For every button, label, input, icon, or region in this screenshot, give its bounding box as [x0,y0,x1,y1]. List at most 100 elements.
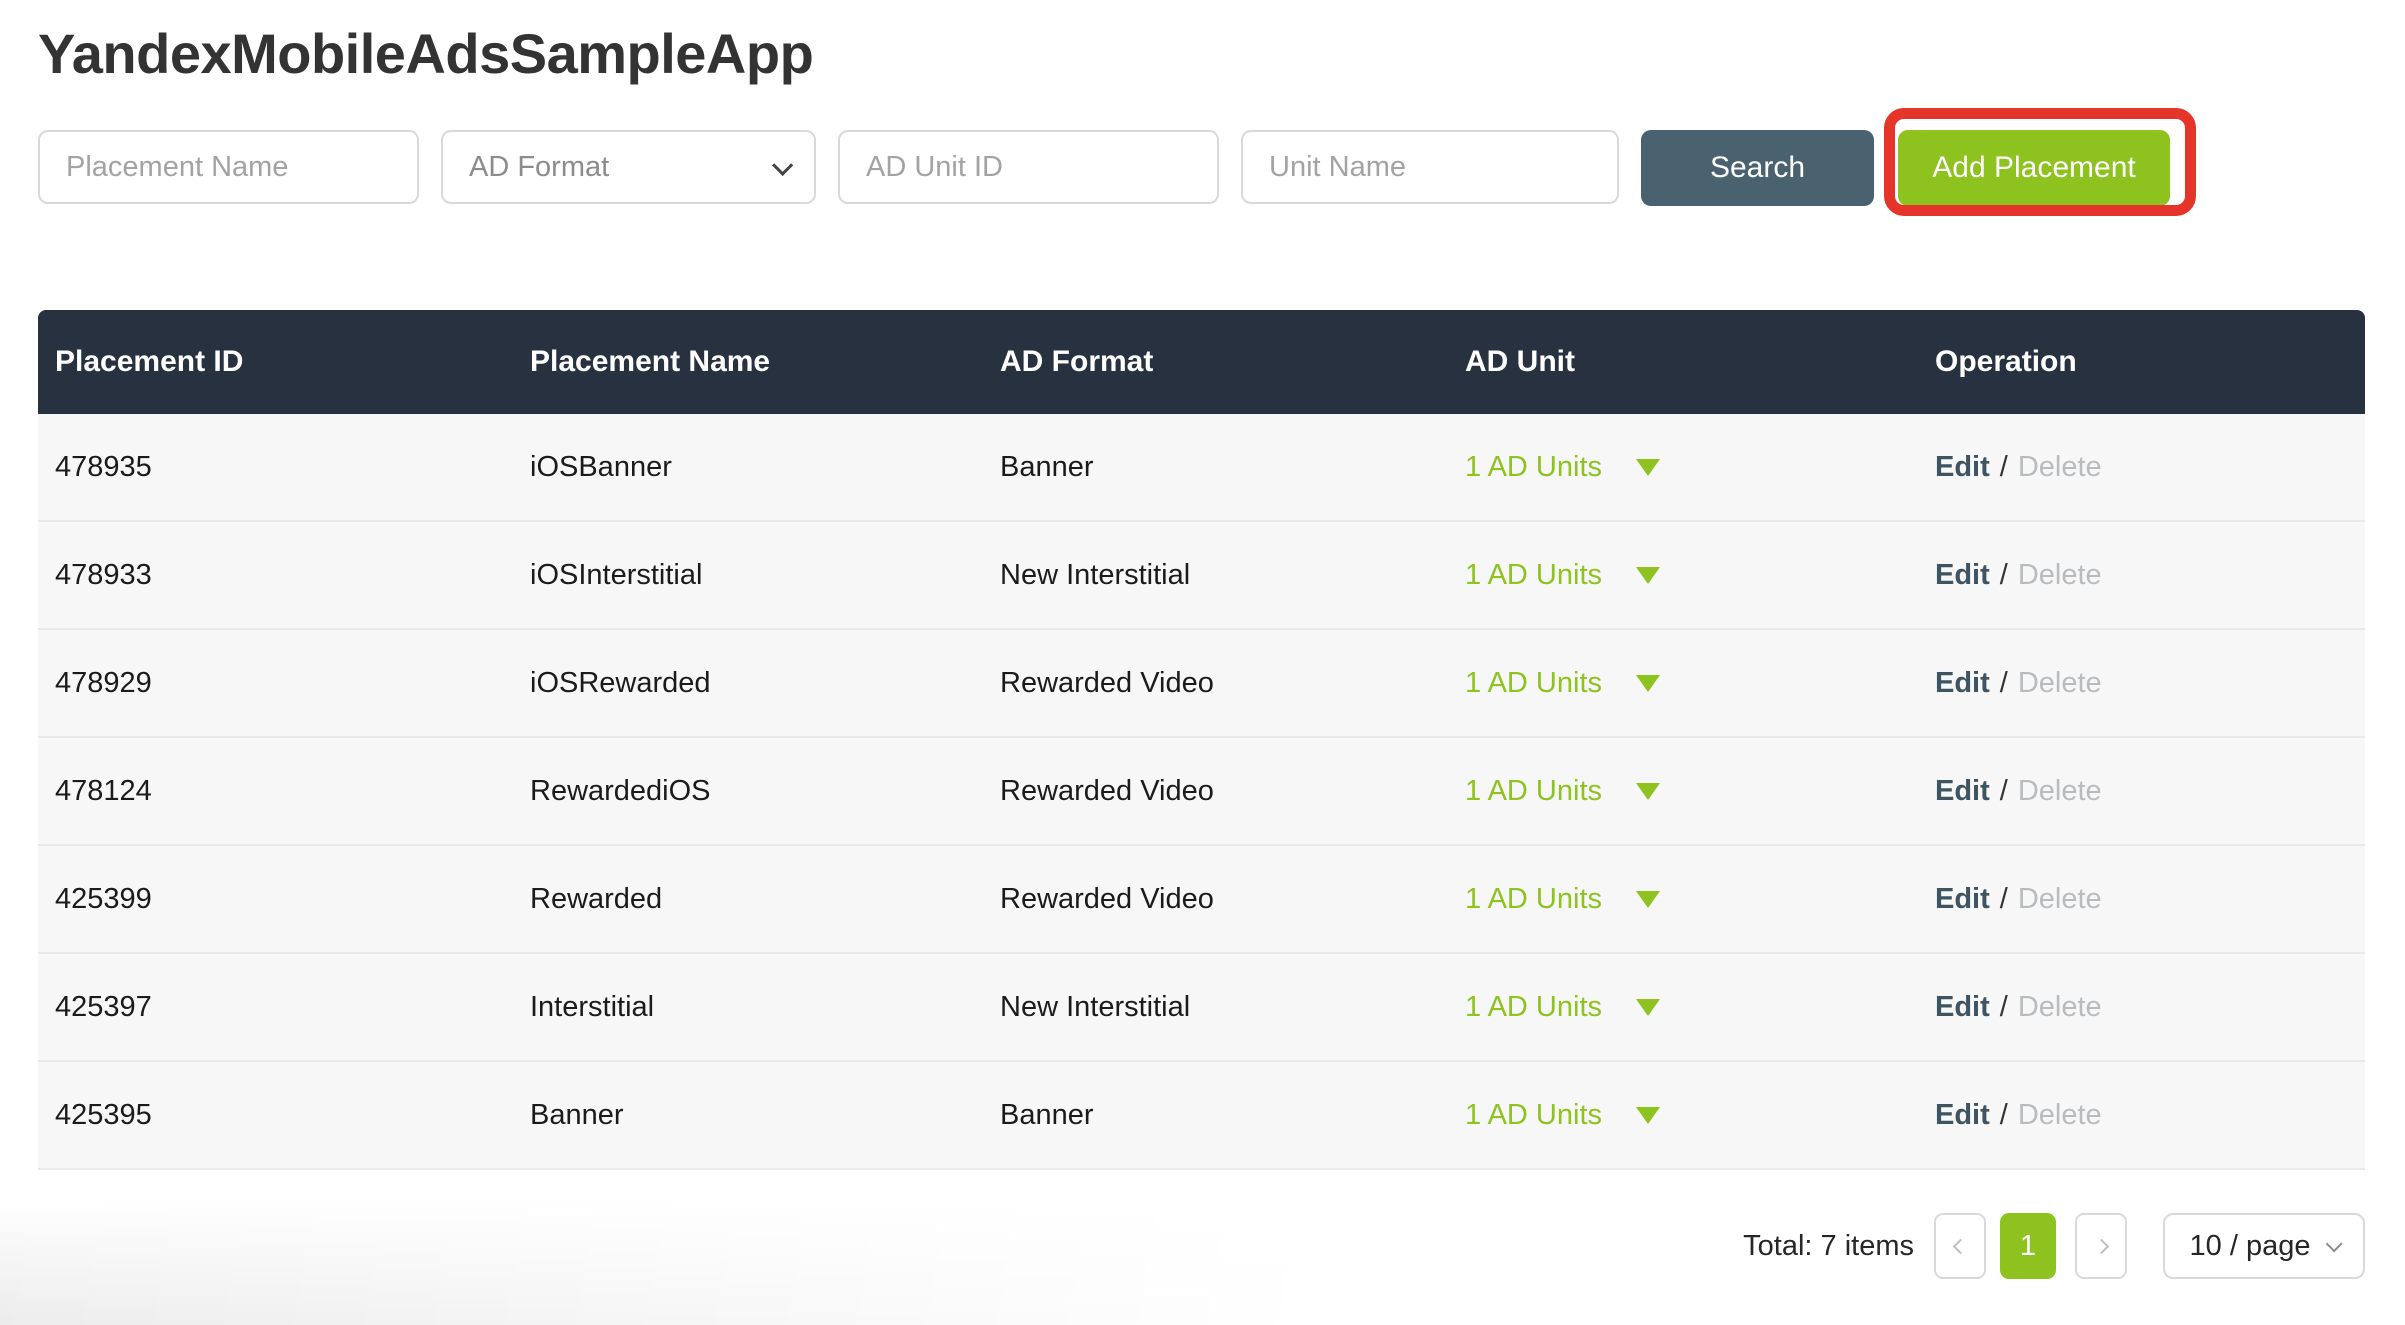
edit-link[interactable]: Edit [1935,775,1990,808]
edit-link[interactable]: Edit [1935,991,1990,1024]
caret-down-icon[interactable] [1636,999,1660,1016]
table-row: 478933 iOSInterstitial New Interstitial … [38,522,2365,630]
delete-link[interactable]: Delete [2018,775,2102,808]
operation-separator: / [2000,991,2008,1024]
ad-format-cell: Rewarded Video [983,775,1448,808]
placement-name-cell: Banner [513,1099,983,1132]
edit-link[interactable]: Edit [1935,559,1990,592]
ad-format-cell: Rewarded Video [983,667,1448,700]
column-header-ad-format: AD Format [983,345,1448,379]
caret-down-icon[interactable] [1636,567,1660,584]
placement-id-cell: 425395 [38,1099,513,1132]
delete-link[interactable]: Delete [2018,559,2102,592]
table-row: 478929 iOSRewarded Rewarded Video 1 AD U… [38,630,2365,738]
caret-down-icon[interactable] [1636,675,1660,692]
operation-cell: Edit / Delete [1918,883,2365,916]
chevron-right-icon [2093,1238,2109,1254]
operation-separator: / [2000,883,2008,916]
ad-format-cell: Banner [983,451,1448,484]
total-items-label: Total: 7 items [1743,1230,1914,1263]
ad-unit-cell: 1 AD Units [1448,667,1918,700]
delete-link[interactable]: Delete [2018,451,2102,484]
placement-id-cell: 425399 [38,883,513,916]
page-size-select[interactable]: 10 / page [2163,1213,2365,1279]
edit-link[interactable]: Edit [1935,667,1990,700]
chevron-down-icon [772,154,793,175]
edit-link[interactable]: Edit [1935,451,1990,484]
placement-id-cell: 478929 [38,667,513,700]
ad-unit-cell: 1 AD Units [1448,991,1918,1024]
current-page-button[interactable]: 1 [2000,1213,2056,1279]
column-header-ad-unit: AD Unit [1448,345,1918,379]
ad-unit-cell: 1 AD Units [1448,1099,1918,1132]
ad-format-cell: New Interstitial [983,991,1448,1024]
placement-id-cell: 425397 [38,991,513,1024]
delete-link[interactable]: Delete [2018,991,2102,1024]
ad-units-link[interactable]: 1 AD Units [1465,991,1602,1024]
ad-units-link[interactable]: 1 AD Units [1465,775,1602,808]
caret-down-icon[interactable] [1636,459,1660,476]
operation-separator: / [2000,451,2008,484]
placement-id-cell: 478935 [38,451,513,484]
placement-name-cell: Interstitial [513,991,983,1024]
delete-link[interactable]: Delete [2018,1099,2102,1132]
page-size-value: 10 / page [2190,1230,2311,1263]
placement-name-input[interactable] [38,130,419,204]
ad-units-link[interactable]: 1 AD Units [1465,667,1602,700]
table-header-row: Placement ID Placement Name AD Format AD… [38,310,2365,414]
chevron-down-icon [2326,1235,2343,1252]
placements-table: Placement ID Placement Name AD Format AD… [38,310,2365,1170]
ad-format-cell: Banner [983,1099,1448,1132]
add-placement-button[interactable]: Add Placement [1898,130,2170,206]
placement-name-cell: iOSBanner [513,451,983,484]
next-page-button[interactable] [2075,1213,2127,1279]
operation-cell: Edit / Delete [1918,991,2365,1024]
operation-cell: Edit / Delete [1918,451,2365,484]
placement-id-cell: 478933 [38,559,513,592]
ad-units-link[interactable]: 1 AD Units [1465,1099,1602,1132]
caret-down-icon[interactable] [1636,891,1660,908]
placement-name-cell: Rewarded [513,883,983,916]
search-button[interactable]: Search [1641,130,1874,206]
caret-down-icon[interactable] [1636,1107,1660,1124]
delete-link[interactable]: Delete [2018,667,2102,700]
placement-name-cell: iOSInterstitial [513,559,983,592]
ad-unit-cell: 1 AD Units [1448,775,1918,808]
operation-separator: / [2000,1099,2008,1132]
placement-name-cell: iOSRewarded [513,667,983,700]
column-header-placement-name: Placement Name [513,345,983,379]
ad-units-link[interactable]: 1 AD Units [1465,559,1602,592]
ad-unit-cell: 1 AD Units [1448,451,1918,484]
delete-link[interactable]: Delete [2018,883,2102,916]
previous-page-button[interactable] [1934,1213,1986,1279]
edit-link[interactable]: Edit [1935,1099,1990,1132]
placement-id-cell: 478124 [38,775,513,808]
operation-cell: Edit / Delete [1918,559,2365,592]
unit-name-input[interactable] [1241,130,1619,204]
add-placement-wrapper: Add Placement [1898,130,2170,204]
operation-separator: / [2000,775,2008,808]
operation-cell: Edit / Delete [1918,775,2365,808]
pagination-bar: Total: 7 items 1 10 / page [38,1213,2365,1279]
ad-unit-id-input[interactable] [838,130,1219,204]
operation-cell: Edit / Delete [1918,1099,2365,1132]
column-header-placement-id: Placement ID [38,345,513,379]
edit-link[interactable]: Edit [1935,883,1990,916]
filter-bar: AD Format Search Add Placement [38,130,2365,204]
caret-down-icon[interactable] [1636,783,1660,800]
operation-separator: / [2000,667,2008,700]
table-row: 478124 RewardediOS Rewarded Video 1 AD U… [38,738,2365,846]
ad-units-link[interactable]: 1 AD Units [1465,451,1602,484]
operation-separator: / [2000,559,2008,592]
table-row: 425399 Rewarded Rewarded Video 1 AD Unit… [38,846,2365,954]
ad-unit-cell: 1 AD Units [1448,883,1918,916]
table-row: 425395 Banner Banner 1 AD Units Edit / D… [38,1062,2365,1170]
ad-unit-cell: 1 AD Units [1448,559,1918,592]
table-row: 425397 Interstitial New Interstitial 1 A… [38,954,2365,1062]
ad-format-cell: Rewarded Video [983,883,1448,916]
ad-format-select[interactable]: AD Format [441,130,816,204]
ad-units-link[interactable]: 1 AD Units [1465,883,1602,916]
chevron-left-icon [1952,1238,1968,1254]
ad-format-select-value: AD Format [469,151,609,184]
table-row: 478935 iOSBanner Banner 1 AD Units Edit … [38,414,2365,522]
